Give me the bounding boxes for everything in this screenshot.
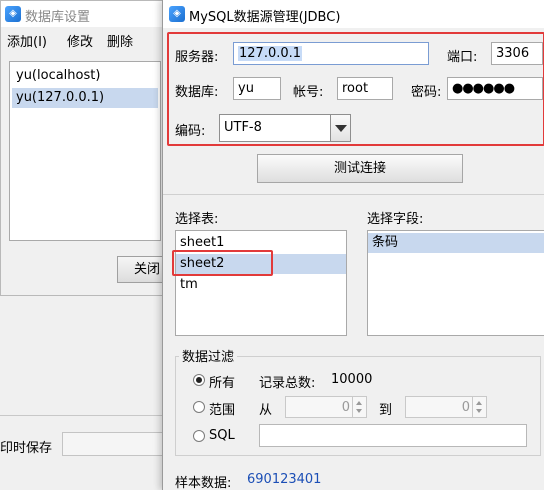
divider [163,194,544,195]
test-connection-button[interactable]: 测试连接 [257,154,463,183]
background-lower-area [0,296,168,490]
spinner-down-icon [356,409,362,413]
window-title: 数据库设置 [25,10,91,25]
list-item-selected[interactable]: yu(127.0.0.1) [12,88,158,108]
select-table-label: 选择表: [175,212,219,227]
encoding-label: 编码: [175,124,206,139]
server-value: 127.0.0.1 [238,46,303,61]
server-input[interactable]: 127.0.0.1 [233,42,429,65]
menu-add[interactable]: 添加(I) [7,31,47,50]
spinner-up-icon [476,401,482,405]
dropdown-button[interactable] [330,115,350,141]
sample-data-value: 690123401 [247,472,322,487]
port-input[interactable]: 3306 [491,42,543,65]
filter-legend: 数据过滤 [179,346,238,365]
total-records-label: 记录总数: [259,376,316,391]
save-label: 印时保存 [0,441,53,456]
app-icon: ◈ [5,6,21,22]
list-item-selected[interactable]: sheet2 [176,254,346,274]
menu-bar: 添加(I) 修改 删除 [1,27,167,51]
database-settings-window: ◈ 数据库设置 添加(I) 修改 删除 yu(localhost) yu(127… [0,0,177,296]
sql-input[interactable] [259,424,527,447]
encoding-select[interactable]: UTF-8 [219,114,351,142]
encoding-value: UTF-8 [224,120,262,135]
spinner-buttons[interactable] [352,397,366,417]
radio-range-label: 范围 [209,403,236,418]
mysql-datasource-dialog: ◈ MySQL数据源管理(JDBC) 服务器: 127.0.0.1 端口: 33… [162,0,544,490]
from-spinner[interactable]: 0 [285,396,367,418]
from-value: 0 [341,400,350,415]
account-input[interactable]: root [337,77,393,100]
title-bar: ◈ 数据库设置 [1,1,167,27]
table-list[interactable]: sheet1 sheet2 tm [175,230,347,336]
list-item[interactable]: tm [176,275,346,295]
port-label: 端口: [447,50,478,65]
spinner-up-icon [356,401,362,405]
chevron-down-icon [335,125,347,132]
spinner-buttons[interactable] [472,397,486,417]
radio-range[interactable] [193,401,205,413]
sample-data-label: 样本数据: [175,476,232,490]
from-label: 从 [259,403,273,418]
radio-sql[interactable] [193,430,205,442]
password-input[interactable]: ●●●●●● [447,77,543,100]
database-label: 数据库: [175,85,219,100]
menu-edit[interactable]: 修改 [67,31,93,50]
total-records-value: 10000 [331,372,373,387]
to-spinner[interactable]: 0 [405,396,487,418]
database-input[interactable]: yu [233,77,281,100]
password-label: 密码: [411,85,442,100]
divider [0,415,168,416]
app-icon: ◈ [169,6,185,22]
radio-all-label: 所有 [209,376,236,391]
select-field-label: 选择字段: [367,212,424,227]
to-value: 0 [461,400,470,415]
account-label: 帐号: [293,85,324,100]
menu-delete[interactable]: 删除 [107,31,133,50]
spinner-down-icon [476,409,482,413]
radio-sql-label: SQL [209,428,235,443]
field-list[interactable]: 条码 [367,230,544,336]
dialog-title: MySQL数据源管理(JDBC) [189,10,341,25]
to-label: 到 [379,403,393,418]
radio-all[interactable] [193,374,205,386]
list-item[interactable]: yu(localhost) [12,66,158,86]
connection-list[interactable]: yu(localhost) yu(127.0.0.1) [9,61,161,241]
server-label: 服务器: [175,50,219,65]
list-item-selected[interactable]: 条码 [368,233,544,253]
list-item[interactable]: sheet1 [176,233,346,253]
save-field[interactable] [62,432,166,456]
dialog-title-bar: ◈ MySQL数据源管理(JDBC) [163,0,544,28]
